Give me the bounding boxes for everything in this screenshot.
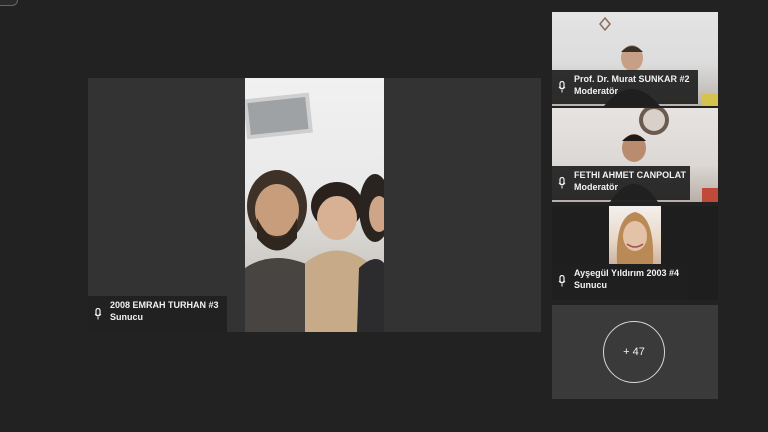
more-participants-count: + 47 <box>623 346 645 358</box>
participant-namebar: Ayşegül Yıldırım 2003 #4 Sunucu <box>552 264 688 298</box>
presenter-role: Sunucu <box>110 312 143 322</box>
more-participants-button[interactable]: + 47 <box>603 321 665 383</box>
participant-tile[interactable]: Prof. Dr. Murat SUNKAR #2 Moderatör <box>552 12 718 106</box>
presenter-name: 2008 EMRAH TURHAN #3 <box>110 300 219 310</box>
main-video-feed <box>245 78 384 332</box>
participant-role: Sunucu <box>574 280 607 290</box>
participant-video <box>609 206 661 264</box>
mic-icon <box>558 275 566 287</box>
mic-icon <box>558 81 566 93</box>
participant-namebar: FETHI AHMET CANPOLAT Moderatör <box>552 166 690 200</box>
more-participants-tile[interactable]: + 47 <box>552 305 718 399</box>
participant-namebar: Prof. Dr. Murat SUNKAR #2 Moderatör <box>552 70 698 104</box>
participant-name: Prof. Dr. Murat SUNKAR #2 <box>574 74 690 84</box>
participant-role: Moderatör <box>574 182 619 192</box>
participant-tile[interactable]: FETHI AHMET CANPOLAT Moderatör <box>552 108 718 202</box>
participant-role: Moderatör <box>574 86 619 96</box>
participant-tile[interactable]: Ayşegül Yıldırım 2003 #4 Sunucu <box>552 206 718 300</box>
mic-icon <box>94 308 102 320</box>
participant-name: Ayşegül Yıldırım 2003 #4 <box>574 268 680 278</box>
window-corner-button[interactable] <box>0 0 18 6</box>
presenter-namebar: 2008 EMRAH TURHAN #3 Sunucu <box>88 296 227 332</box>
main-stage: 2008 EMRAH TURHAN #3 Sunucu <box>88 78 541 332</box>
participant-name: FETHI AHMET CANPOLAT <box>574 170 686 180</box>
main-video-image <box>245 92 384 332</box>
mic-icon <box>558 177 566 189</box>
